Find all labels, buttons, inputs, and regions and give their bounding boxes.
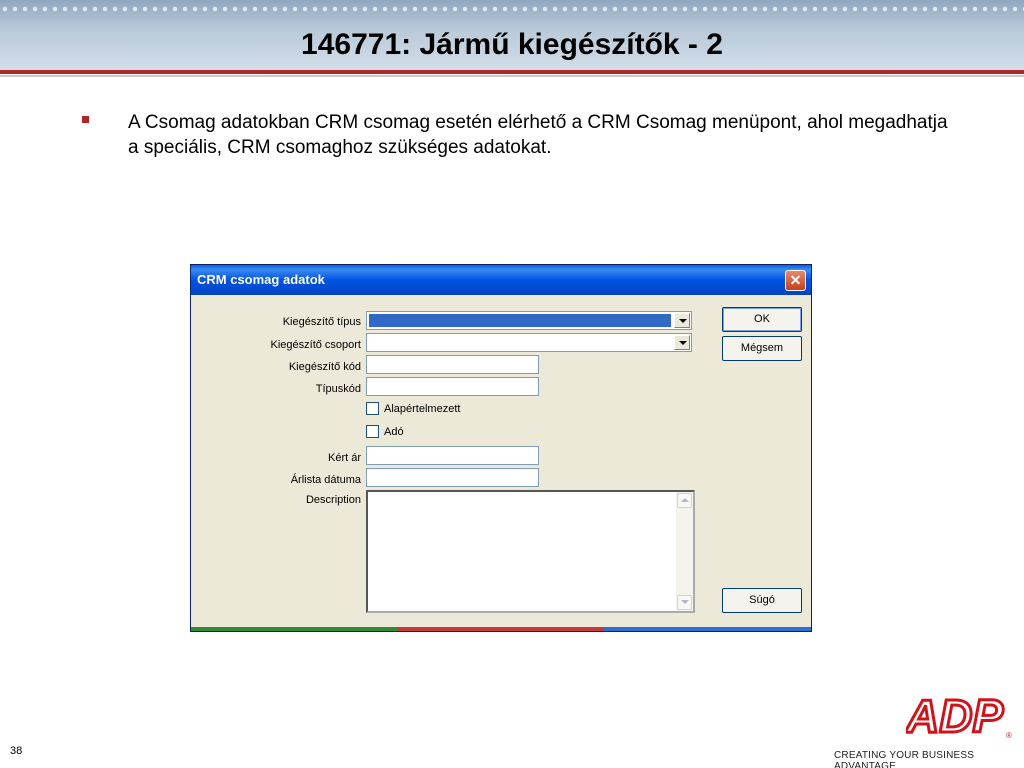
strip-red xyxy=(397,627,605,631)
label-arlista-datuma: Árlista dátuma xyxy=(290,474,361,486)
kert-ar-input[interactable] xyxy=(366,446,539,465)
description-scrollbar[interactable] xyxy=(676,492,693,611)
slide-title: 146771: Jármű kiegészítők - 2 xyxy=(301,28,723,61)
strip-blue xyxy=(604,627,812,631)
page-number: 38 xyxy=(10,745,23,757)
ado-checkbox[interactable] xyxy=(366,425,379,438)
dialog-titlebar[interactable]: CRM csomag adatok ✕ xyxy=(191,265,811,295)
svg-text:®: ® xyxy=(1006,731,1012,740)
megsem-button[interactable]: Mégsem xyxy=(722,336,802,361)
kiegeszito-csoport-select[interactable] xyxy=(366,333,692,352)
bullet-marker xyxy=(82,113,92,123)
tipuskod-input[interactable] xyxy=(366,377,539,396)
label-kert-ar: Kért ár xyxy=(327,452,361,464)
selection-highlight xyxy=(369,314,671,327)
label-description: Description xyxy=(305,494,361,506)
header-band: 146771: Jármű kiegészítők - 2 xyxy=(0,0,1024,72)
alapertelmezett-label: Alapértelmezett xyxy=(384,403,461,415)
ok-button[interactable]: OK xyxy=(722,307,802,332)
header-shadow-line xyxy=(0,75,1024,77)
label-tipuskod: Típuskód xyxy=(315,383,361,395)
kiegeszito-tipus-select[interactable] xyxy=(366,311,692,330)
strip-green xyxy=(191,627,398,631)
close-icon: ✕ xyxy=(789,272,802,288)
arlista-datuma-input[interactable] xyxy=(366,468,539,487)
header-divider xyxy=(0,70,1024,74)
sugo-button[interactable]: Súgó xyxy=(722,588,802,613)
ado-label: Adó xyxy=(384,426,404,438)
crm-dialog: CRM csomag adatok ✕ Kiegészítő típus Kie… xyxy=(190,264,812,632)
close-button[interactable]: ✕ xyxy=(785,270,806,291)
label-kiegeszito-csoport: Kiegészítő csoport xyxy=(270,339,362,351)
chevron-down-icon[interactable] xyxy=(674,313,690,328)
tagline: CREATING YOUR BUSINESS ADVANTAGE xyxy=(834,750,975,768)
slide: 146771: Jármű kiegészítők - 2 A Csomag a… xyxy=(0,0,1024,768)
bullet-text: A Csomag adatokban CRM csomag esetén elé… xyxy=(128,112,948,158)
chevron-down-icon[interactable] xyxy=(674,335,690,350)
header-dots xyxy=(0,5,1024,13)
adp-logo: ADP ® xyxy=(906,690,1012,740)
dialog-status-strip xyxy=(191,627,812,631)
kiegeszito-kod-input[interactable] xyxy=(366,355,539,374)
label-kiegeszito-tipus: Kiegészítő típus xyxy=(282,316,361,328)
label-kiegeszito-kod: Kiegészítő kód xyxy=(288,361,361,373)
alapertelmezett-checkbox[interactable] xyxy=(366,402,379,415)
svg-text:ADP: ADP xyxy=(906,690,1003,740)
scroll-up-icon[interactable] xyxy=(677,493,692,508)
dialog-title: CRM csomag adatok xyxy=(197,272,325,287)
scroll-down-icon[interactable] xyxy=(677,595,692,610)
description-textarea[interactable] xyxy=(366,490,695,613)
